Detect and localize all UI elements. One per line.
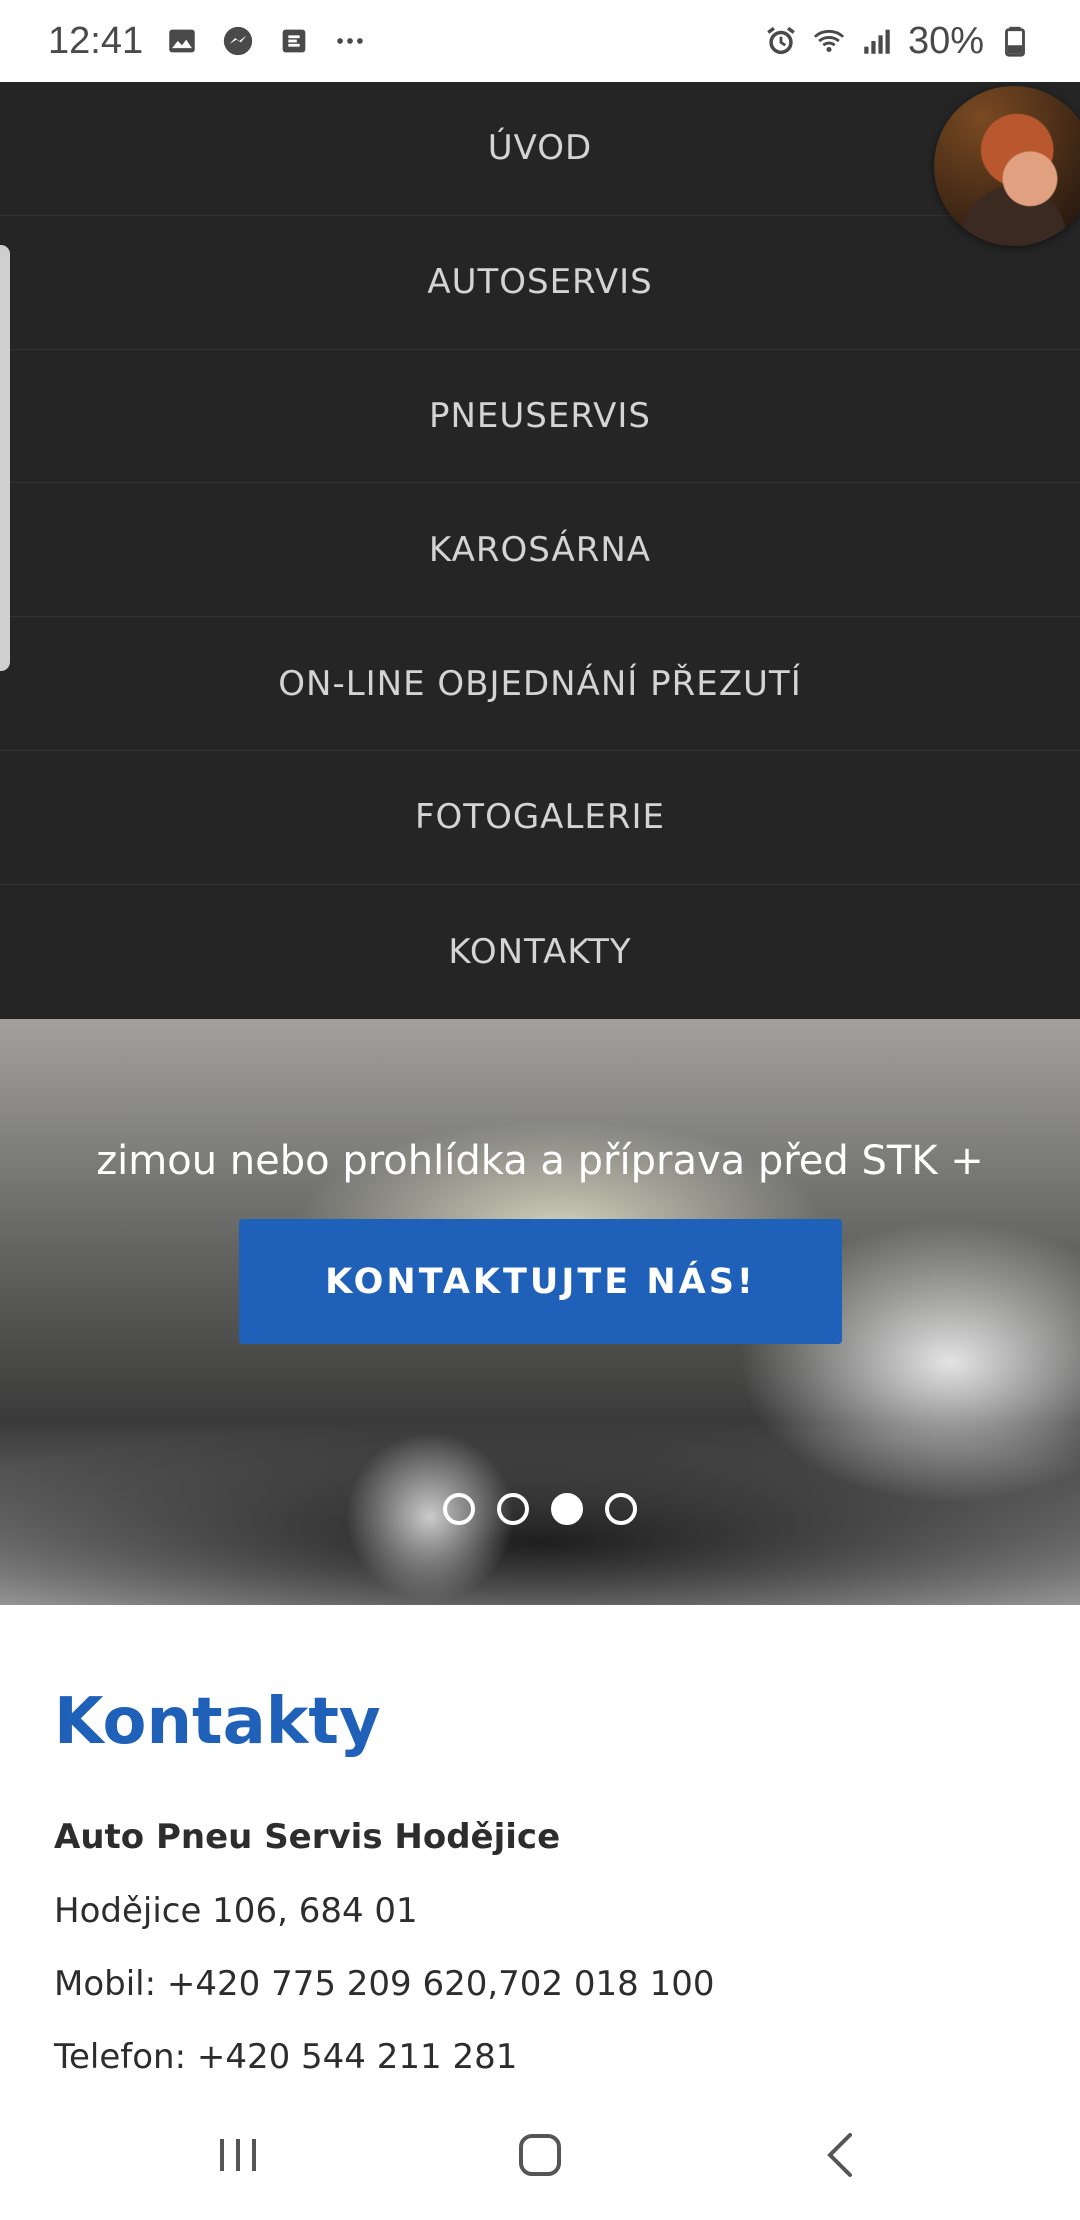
home-button[interactable] xyxy=(510,2125,570,2185)
contacts-title: Kontakty xyxy=(54,1685,381,1759)
menu-item-kontakty[interactable]: KONTAKTY xyxy=(0,885,1080,1019)
edge-panel-handle[interactable] xyxy=(0,245,10,671)
image-icon xyxy=(165,24,199,58)
carousel-dot[interactable] xyxy=(443,1493,475,1525)
menu-item-autoservis[interactable]: AUTOSERVIS xyxy=(0,216,1080,350)
carousel-dot[interactable] xyxy=(497,1493,529,1525)
phone-text[interactable]: Telefon: +420 544 211 281 xyxy=(54,2037,517,2077)
signal-icon xyxy=(860,24,894,58)
home-icon xyxy=(519,2134,561,2176)
contact-us-button[interactable]: KONTAKTUJTE NÁS! xyxy=(239,1219,842,1344)
recent-apps-icon xyxy=(220,2139,256,2171)
carousel-dots xyxy=(0,1493,1080,1525)
menu-item-uvod[interactable]: ÚVOD xyxy=(0,82,1080,216)
menu-item-karosarna[interactable]: KAROSÁRNA xyxy=(0,483,1080,618)
business-name: Auto Pneu Servis Hodějice xyxy=(54,1817,561,1857)
chat-head-avatar[interactable] xyxy=(934,86,1080,246)
battery-icon xyxy=(998,24,1032,58)
carousel-dot-active[interactable] xyxy=(551,1493,583,1525)
back-icon xyxy=(827,2133,852,2177)
recent-apps-button[interactable] xyxy=(208,2125,268,2185)
status-bar: 12:41 30% xyxy=(0,0,1080,82)
menu-item-online-objednani[interactable]: ON-LINE OBJEDNÁNÍ PŘEZUTÍ xyxy=(0,617,1080,751)
status-time: 12:41 xyxy=(48,19,144,62)
alarm-icon xyxy=(764,24,798,58)
back-button[interactable] xyxy=(812,2125,872,2185)
address-text: Hodějice 106, 684 01 xyxy=(54,1891,418,1931)
battery-percent: 30% xyxy=(907,19,984,62)
status-right: 30% xyxy=(764,20,1032,63)
status-left: 12:41 xyxy=(48,20,367,63)
menu-item-fotogalerie[interactable]: FOTOGALERIE xyxy=(0,751,1080,885)
wifi-icon xyxy=(812,24,846,58)
messenger-icon xyxy=(221,24,255,58)
mobile-text[interactable]: Mobil: +420 775 209 620,702 018 100 xyxy=(54,1964,714,2004)
news-icon xyxy=(277,24,311,58)
carousel-dot[interactable] xyxy=(605,1493,637,1525)
menu-item-pneuservis[interactable]: PNEUSERVIS xyxy=(0,350,1080,484)
nav-menu: ÚVOD AUTOSERVIS PNEUSERVIS KAROSÁRNA ON-… xyxy=(0,82,1080,1019)
hero-text-line: zimou nebo prohlídka a příprava před STK… xyxy=(96,1138,984,1184)
more-dots-icon xyxy=(333,24,367,58)
contacts-section: Kontakty Auto Pneu Servis Hodějice Hoděj… xyxy=(0,1605,1080,2077)
